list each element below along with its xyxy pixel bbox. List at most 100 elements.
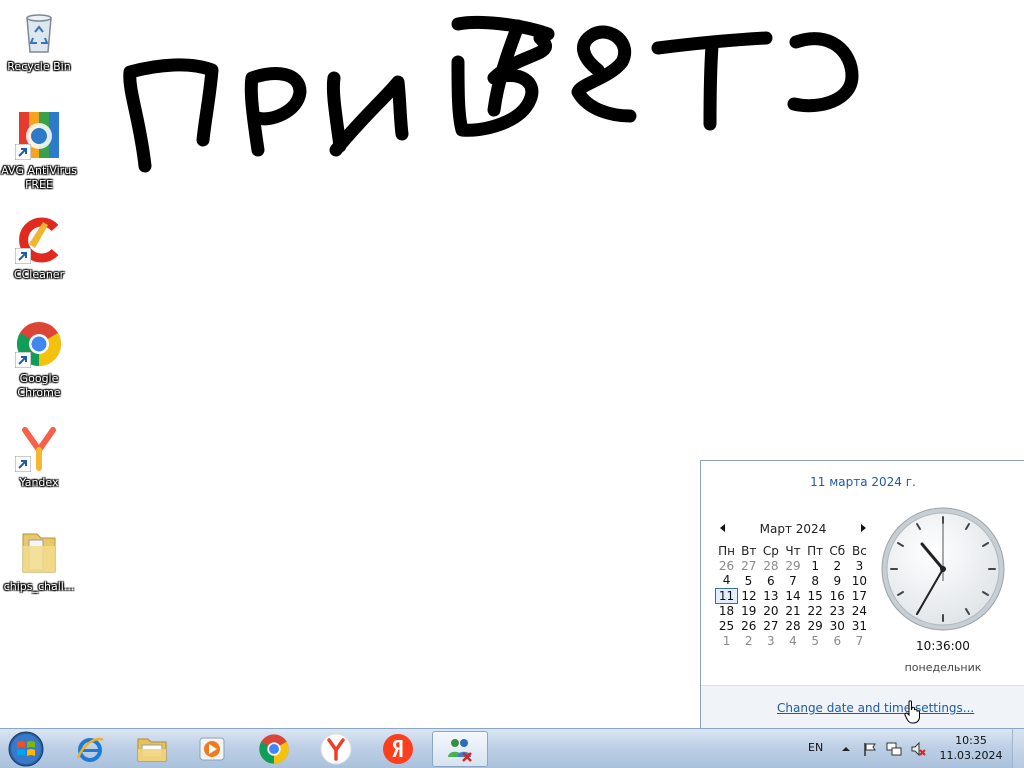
shortcut-arrow-icon xyxy=(15,144,31,160)
taskbar-internet-explorer[interactable] xyxy=(62,731,118,767)
calendar-day[interactable]: 25 xyxy=(716,618,738,633)
chrome-icon xyxy=(15,320,63,368)
desktop-icon-chips-folder[interactable]: chips_chall... xyxy=(0,528,78,594)
taskbar: EN 10:35 11.03.2024 xyxy=(0,728,1024,768)
calendar-day[interactable]: 7 xyxy=(848,633,870,648)
calendar-day[interactable]: 30 xyxy=(826,618,848,633)
date-time-flyout: 11 марта 2024 г. Март 2024 Пн Вт Ср Чт П… xyxy=(700,460,1024,729)
calendar-day[interactable]: 28 xyxy=(782,618,804,633)
tray-clock[interactable]: 10:35 11.03.2024 xyxy=(936,733,1006,763)
calendar-day[interactable]: 1 xyxy=(716,633,738,648)
clock-time: 10:36:00 xyxy=(916,639,970,653)
calendar-day[interactable]: 4 xyxy=(716,573,738,588)
calendar-day[interactable]: 6 xyxy=(826,633,848,648)
show-desktop-button[interactable] xyxy=(1012,729,1024,768)
prev-month-icon[interactable] xyxy=(717,522,729,534)
calendar-day[interactable]: 4 xyxy=(782,633,804,648)
calendar-day[interactable]: 28 xyxy=(760,558,782,573)
calendar-week-row: 11 12 13 14 15 16 17 xyxy=(714,587,871,604)
desktop-icon-yandex[interactable]: Yandex xyxy=(0,424,78,490)
start-button[interactable] xyxy=(2,730,50,768)
desktop-icon-label: AVG AntiVirus FREE xyxy=(1,164,77,191)
calendar-week-row: 26 27 28 29 1 2 3 xyxy=(716,558,871,573)
yandex-browser-icon xyxy=(15,424,63,472)
calendar-day[interactable]: 12 xyxy=(738,588,760,603)
calendar-day[interactable]: 23 xyxy=(826,603,848,618)
handwriting-drawing xyxy=(123,16,859,173)
desktop-icon-recycle-bin[interactable]: Recycle Bin xyxy=(0,8,78,74)
weekday-label: Вт xyxy=(741,543,757,558)
ccleaner-icon xyxy=(15,216,63,264)
windows-start-orb-icon xyxy=(8,731,44,767)
calendar-day[interactable]: 10 xyxy=(848,573,870,588)
calendar-day[interactable]: 3 xyxy=(760,633,782,648)
calendar-day[interactable]: 18 xyxy=(716,603,738,618)
next-month-icon[interactable] xyxy=(857,522,869,534)
desktop-icon-google-chrome[interactable]: Google Chrome xyxy=(0,320,78,400)
calendar-day[interactable]: 22 xyxy=(804,603,826,618)
calendar-day[interactable]: 1 xyxy=(804,558,826,573)
calendar-day[interactable]: 13 xyxy=(760,588,782,603)
calendar-day[interactable]: 24 xyxy=(848,603,870,618)
calendar-day[interactable]: 2 xyxy=(826,558,848,573)
calendar-day[interactable]: 16 xyxy=(826,588,848,603)
recycle-bin-icon xyxy=(15,8,63,56)
calendar-day[interactable]: 19 xyxy=(738,603,760,618)
calendar-day[interactable]: 6 xyxy=(760,573,782,588)
taskbar-network-users[interactable] xyxy=(432,731,488,767)
weekday-header-row: Пн Вт Ср Чт Пт Сб Вс xyxy=(716,543,871,558)
shortcut-arrow-icon xyxy=(15,352,31,368)
calendar-day[interactable]: 14 xyxy=(782,588,804,603)
calendar-day[interactable]: 2 xyxy=(738,633,760,648)
calendar-day[interactable]: 26 xyxy=(716,558,738,573)
calendar-week-row: 4 5 6 7 8 9 10 xyxy=(716,573,871,588)
desktop-icon-avg-antivirus[interactable]: AVG AntiVirus FREE xyxy=(0,112,78,192)
flyout-footer: Change date and time settings... xyxy=(701,685,1024,729)
tray-date: 11.03.2024 xyxy=(939,749,1003,762)
yandex-icon xyxy=(383,734,413,764)
language-indicator[interactable]: EN xyxy=(808,741,823,754)
volume-muted-icon[interactable] xyxy=(910,741,926,757)
calendar-day[interactable]: 27 xyxy=(738,558,760,573)
calendar-day[interactable]: 8 xyxy=(804,573,826,588)
weekday-name: понедельник xyxy=(904,661,982,674)
desktop-icon-label: Yandex xyxy=(19,476,59,489)
network-users-icon xyxy=(448,739,472,762)
calendar-day[interactable]: 26 xyxy=(738,618,760,633)
taskbar-chrome[interactable] xyxy=(246,731,302,767)
calendar-day[interactable]: 7 xyxy=(782,573,804,588)
weekday-label: Пт xyxy=(807,543,824,558)
calendar-day[interactable]: 27 xyxy=(760,618,782,633)
calendar-day[interactable]: 5 xyxy=(738,573,760,588)
taskbar-yandex-browser[interactable] xyxy=(308,731,364,767)
action-center-flag-icon[interactable] xyxy=(862,741,878,757)
long-date-link[interactable]: 11 марта 2024 г. xyxy=(701,475,1024,489)
weekday-label: Пн xyxy=(718,543,735,558)
taskbar-media-player[interactable] xyxy=(184,731,240,767)
calendar-day[interactable]: 15 xyxy=(804,588,826,603)
hand-cursor-icon xyxy=(904,700,920,724)
desktop-icon-label: CCleaner xyxy=(13,268,65,281)
weekday-label: Сб xyxy=(829,543,846,558)
show-hidden-icons-icon[interactable] xyxy=(838,741,854,757)
calendar-day[interactable]: 20 xyxy=(760,603,782,618)
chrome-icon xyxy=(259,734,289,764)
desktop-icon-ccleaner[interactable]: CCleaner xyxy=(0,216,78,282)
calendar-week-row: 1 2 3 4 5 6 7 xyxy=(716,633,871,648)
change-date-time-settings-link[interactable]: Change date and time settings... xyxy=(777,701,974,715)
calendar-day-today[interactable]: 11 xyxy=(714,587,739,604)
calendar-day[interactable]: 31 xyxy=(848,618,870,633)
network-icon[interactable] xyxy=(886,741,902,757)
weekday-label: Ср xyxy=(762,543,779,558)
calendar-day[interactable]: 29 xyxy=(782,558,804,573)
taskbar-yandex[interactable] xyxy=(370,731,426,767)
calendar-day[interactable]: 3 xyxy=(848,558,870,573)
calendar-day[interactable]: 29 xyxy=(804,618,826,633)
calendar-day[interactable]: 9 xyxy=(826,573,848,588)
calendar-day[interactable]: 5 xyxy=(804,633,826,648)
desktop-icon-label: Google Chrome xyxy=(17,372,61,399)
month-label[interactable]: Март 2024 xyxy=(741,522,845,536)
taskbar-file-explorer[interactable] xyxy=(124,731,180,767)
calendar-day[interactable]: 21 xyxy=(782,603,804,618)
calendar-day[interactable]: 17 xyxy=(848,588,870,603)
